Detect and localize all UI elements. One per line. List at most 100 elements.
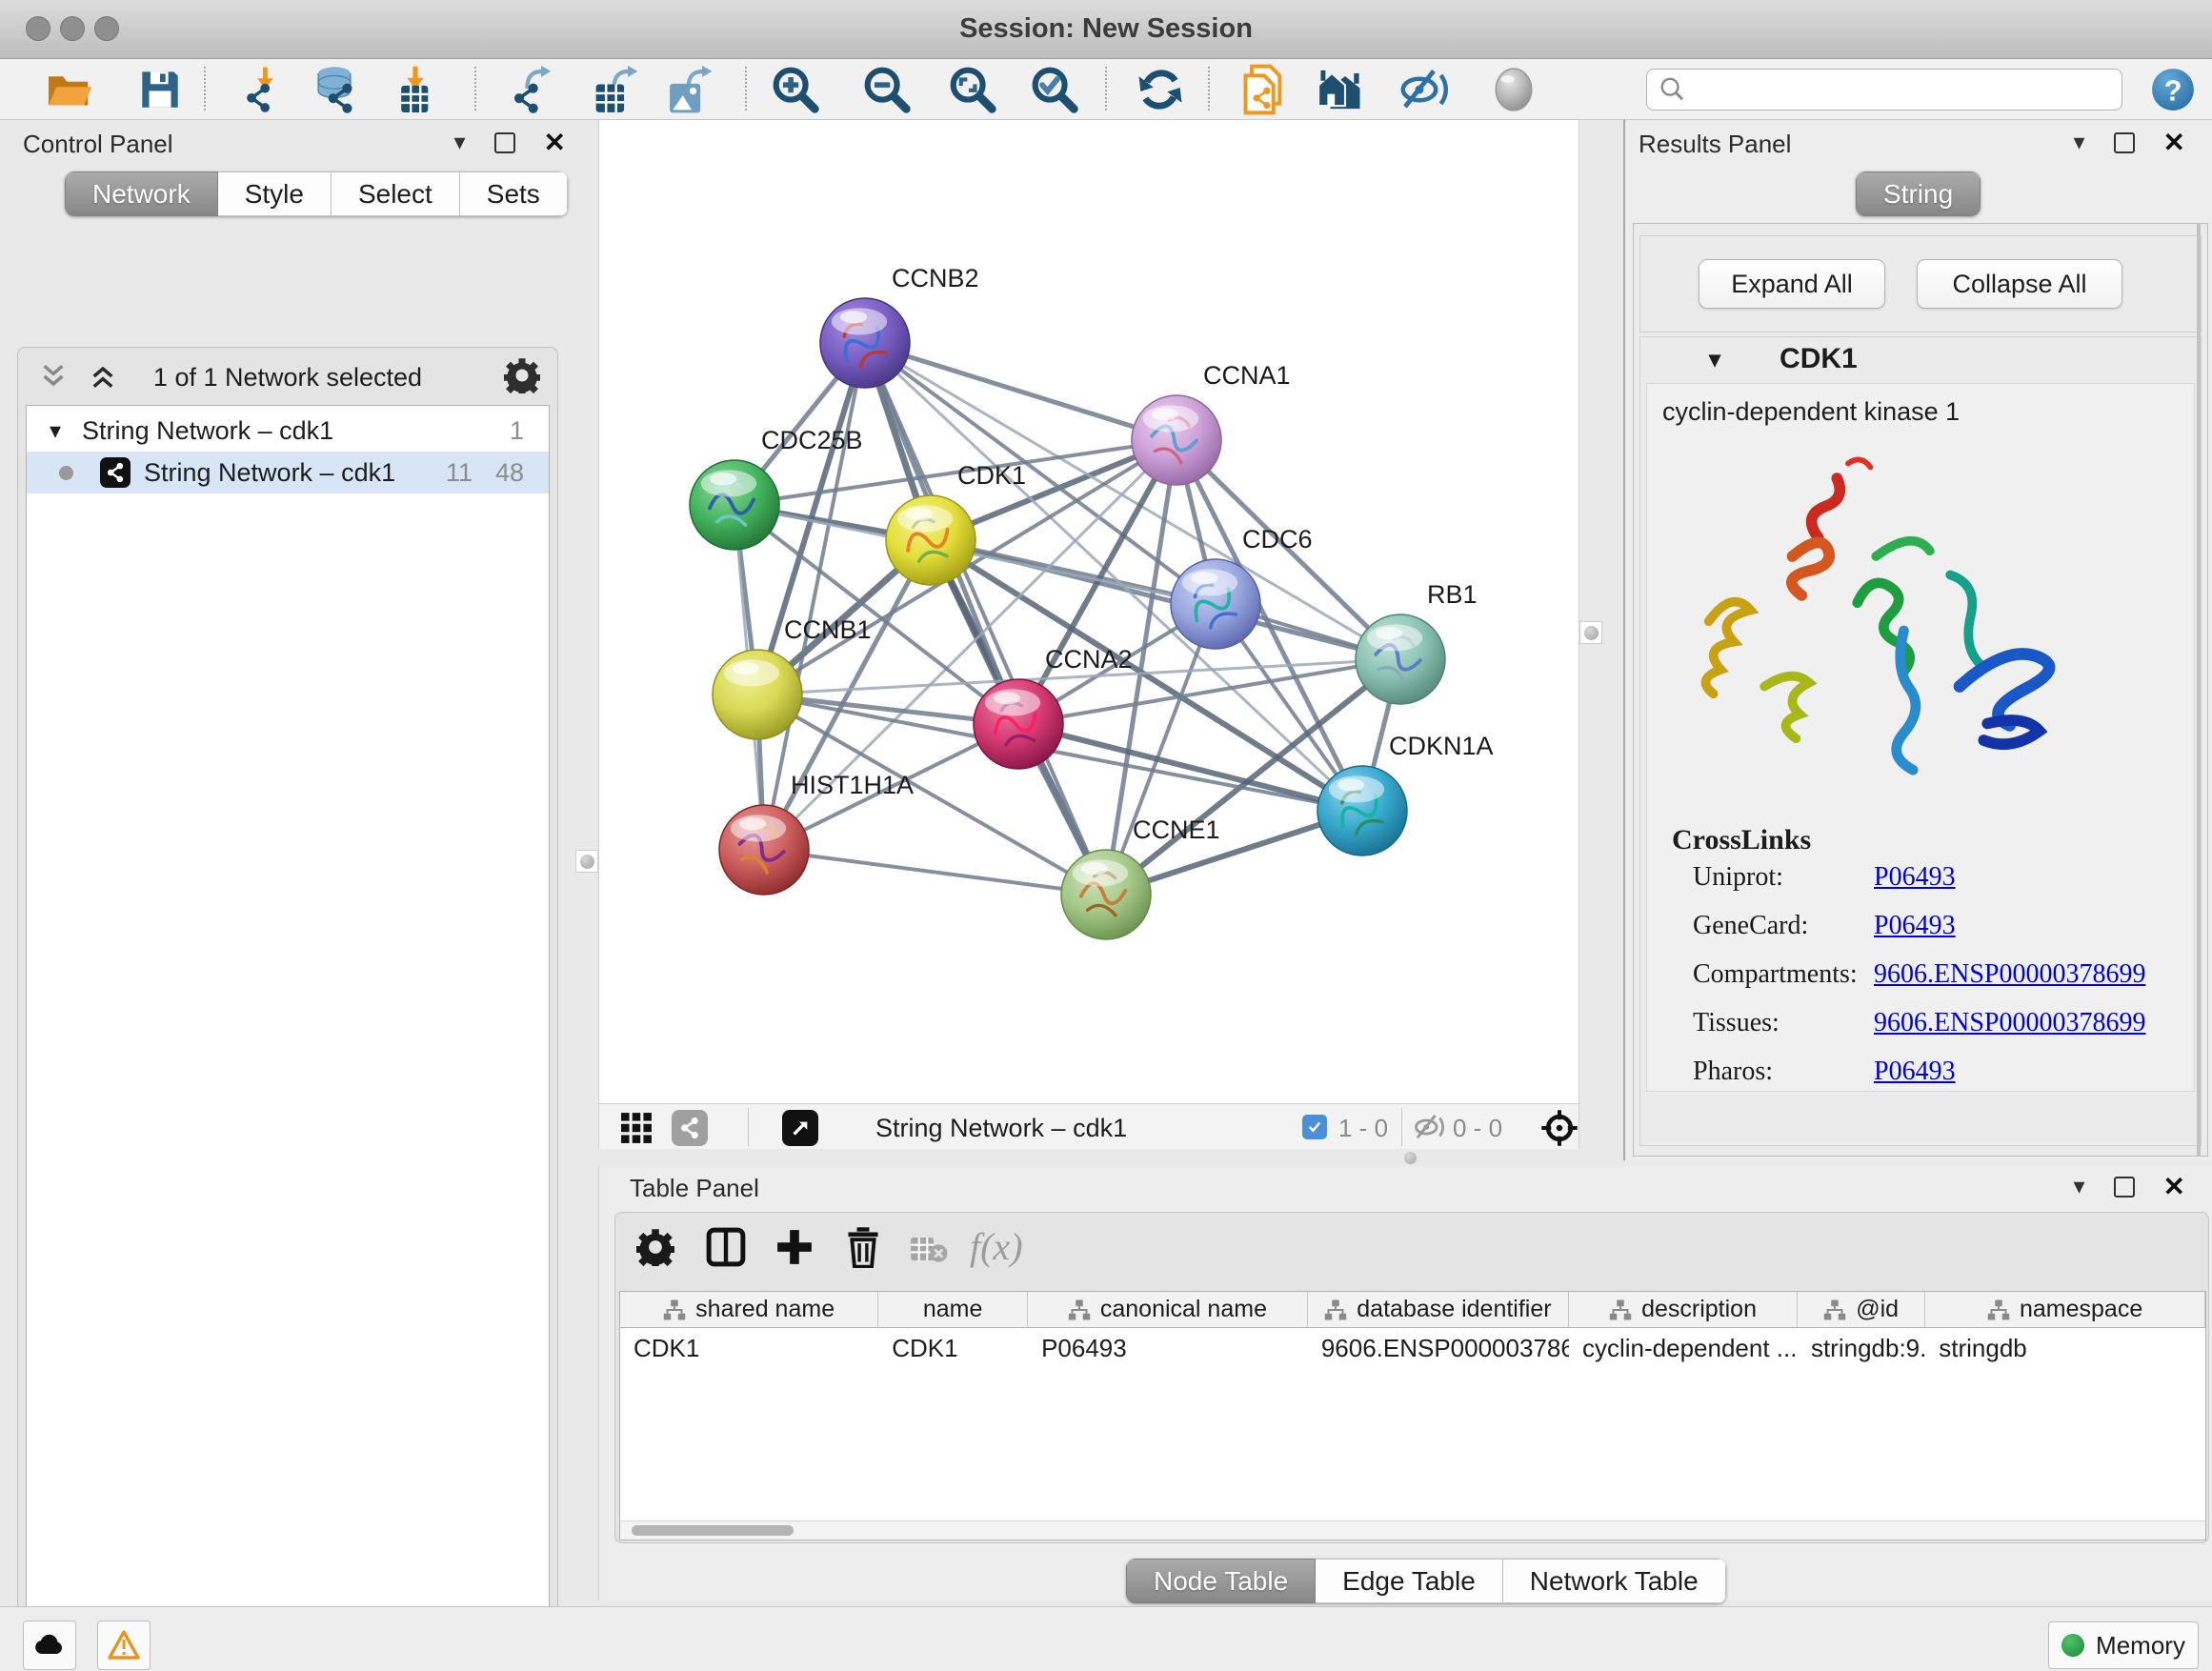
right-splitter-handle[interactable]	[1579, 621, 1602, 644]
node-CCNB2[interactable]	[820, 298, 910, 388]
edge-HIST1H1A-CCNE1[interactable]	[764, 850, 1106, 895]
import-table-button[interactable]	[385, 63, 446, 116]
collection-expand-icon[interactable]: ▾	[50, 417, 61, 445]
delete-column-trash-icon[interactable]	[844, 1226, 882, 1268]
zoom-fit-button[interactable]	[945, 63, 1000, 116]
column-header-name[interactable]: name	[878, 1292, 1028, 1327]
network-options-gear-icon[interactable]	[504, 357, 540, 393]
results-panel-menu-icon[interactable]: ▾	[2073, 131, 2084, 154]
node-CCNB1[interactable]	[713, 650, 802, 739]
import-network-button[interactable]	[234, 63, 293, 116]
crosslink-link[interactable]: P06493	[1874, 911, 1956, 941]
help-button[interactable]: ?	[2145, 63, 2201, 116]
network-share-view-icon[interactable]	[672, 1110, 708, 1146]
table-options-gear-icon[interactable]	[636, 1228, 674, 1266]
zoom-out-button[interactable]	[859, 63, 915, 116]
node-CDC25B[interactable]	[690, 460, 779, 550]
horizontal-splitter[interactable]	[598, 1149, 1579, 1166]
results-panel-float-icon[interactable]	[2114, 132, 2135, 153]
column-header-@id[interactable]: @id	[1798, 1292, 1925, 1327]
open-folder-icon	[45, 69, 94, 111]
crosslink-link[interactable]: 9606.ENSP00000378699	[1874, 1008, 2145, 1038]
export-table-button[interactable]	[587, 63, 648, 116]
control-panel-close-icon[interactable]: ✕	[544, 130, 566, 156]
tab-network[interactable]: Network	[65, 171, 218, 216]
import-network-from-database-button[interactable]	[301, 63, 368, 116]
table-panel-close-icon[interactable]: ✕	[2163, 1174, 2185, 1200]
birds-eye-view-icon[interactable]	[1540, 1109, 1579, 1147]
table-panel-title: Table Panel	[630, 1174, 759, 1203]
hide-graphics-details-button[interactable]	[1398, 63, 1452, 116]
tab-network-table[interactable]: Network Table	[1503, 1559, 1726, 1603]
zoom-selected-button[interactable]	[1027, 63, 1082, 116]
cloud-status-button[interactable]	[23, 1621, 76, 1670]
create-column-plus-icon[interactable]	[774, 1226, 815, 1268]
export-network-button[interactable]	[503, 63, 564, 116]
string-import-button[interactable]	[1235, 63, 1294, 116]
node-CDKN1A[interactable]	[1317, 766, 1407, 856]
open-session-button[interactable]	[38, 63, 101, 116]
node-CDK1[interactable]	[886, 495, 975, 585]
network-graph[interactable]: CCNB2CCNA1CDC25BCDK1CDC6RB1CCNB1CCNA2CDK…	[599, 120, 1580, 1103]
gene-name: CDK1	[1780, 343, 1858, 375]
table-panel-float-icon[interactable]	[2114, 1177, 2135, 1198]
column-header-namespace[interactable]: namespace	[1925, 1292, 2205, 1327]
network-canvas[interactable]: CCNB2CCNA1CDC25BCDK1CDC6RB1CCNB1CCNA2CDK…	[598, 120, 1579, 1103]
gene-expand-icon[interactable]: ▾	[1709, 346, 1720, 373]
save-session-button[interactable]	[131, 63, 189, 116]
node-HIST1H1A[interactable]	[719, 805, 809, 895]
warnings-button[interactable]	[97, 1621, 151, 1670]
node-CCNA1[interactable]	[1132, 395, 1221, 485]
refresh-button[interactable]	[1134, 63, 1187, 116]
network-row-selected[interactable]: String Network – cdk1 11 48	[27, 452, 549, 493]
edge-CCNB2-CCNA1[interactable]	[865, 343, 1176, 440]
expand-all-button[interactable]: Expand All	[1699, 259, 1885, 309]
birds-eye-toggle-button[interactable]	[1486, 63, 1541, 116]
memory-button[interactable]: Memory	[2048, 1621, 2199, 1669]
search-input[interactable]	[1695, 76, 2110, 104]
home-button[interactable]	[1313, 63, 1377, 116]
tab-edge-table[interactable]: Edge Table	[1316, 1559, 1503, 1603]
table-panel-menu-icon[interactable]: ▾	[2073, 1176, 2084, 1198]
splitter-handle-dot[interactable]	[1404, 1152, 1417, 1164]
column-header-database-identifier[interactable]: database identifier	[1308, 1292, 1569, 1327]
network-collection-row[interactable]: ▾ String Network – cdk1 1	[27, 410, 549, 452]
window-title: Session: New Session	[0, 13, 2212, 45]
node-CDC6[interactable]	[1171, 559, 1260, 649]
tab-style[interactable]: Style	[218, 171, 332, 216]
column-header-canonical-name[interactable]: canonical name	[1028, 1292, 1308, 1327]
edge-CDK1-RB1[interactable]	[931, 540, 1400, 659]
grid-view-icon[interactable]	[620, 1112, 653, 1144]
scrollbar-thumb[interactable]	[632, 1525, 794, 1536]
open-in-new-window-icon[interactable]	[782, 1110, 818, 1146]
crosslink-link[interactable]: 9606.ENSP00000378699	[1874, 959, 2145, 990]
results-scrollbar[interactable]	[2197, 223, 2201, 1157]
tab-sets[interactable]: Sets	[460, 171, 568, 216]
crosslink-link[interactable]: P06493	[1874, 862, 1956, 893]
export-image-button[interactable]	[661, 63, 722, 116]
tab-select[interactable]: Select	[332, 171, 460, 216]
results-panel-close-icon[interactable]: ✕	[2163, 130, 2185, 156]
node-CCNA2[interactable]	[974, 679, 1063, 769]
shared-column-icon	[1823, 1299, 1846, 1321]
column-header-shared-name[interactable]: shared name	[620, 1292, 878, 1327]
edge-CCNB2-CCNE1[interactable]	[865, 343, 1106, 895]
table-row[interactable]: CDK1CDK1P064939606.ENSP00000378699cyclin…	[620, 1328, 2205, 1368]
tab-node-table[interactable]: Node Table	[1126, 1559, 1316, 1603]
gene-section-header[interactable]: ▾ CDK1	[1640, 337, 2201, 381]
zoom-in-button[interactable]	[768, 63, 823, 116]
collapse-all-button[interactable]: Collapse All	[1917, 259, 2122, 309]
export-network-icon	[506, 65, 561, 114]
hidden-eye-slash-icon	[1413, 1113, 1447, 1141]
column-header-description[interactable]: description	[1569, 1292, 1798, 1327]
table-horizontal-scrollbar[interactable]	[620, 1520, 2205, 1540]
show-columns-icon[interactable]	[705, 1226, 747, 1268]
left-splitter-handle[interactable]	[575, 850, 598, 873]
control-panel-float-icon[interactable]	[494, 132, 515, 153]
control-panel-menu-icon[interactable]: ▾	[453, 131, 465, 154]
node-CCNE1[interactable]	[1061, 850, 1151, 939]
tab-string[interactable]: String	[1856, 171, 1981, 216]
selected-checkbox-icon[interactable]	[1302, 1115, 1327, 1139]
crosslink-link[interactable]: P06493	[1874, 1057, 1956, 1087]
node-RB1[interactable]	[1356, 614, 1445, 704]
